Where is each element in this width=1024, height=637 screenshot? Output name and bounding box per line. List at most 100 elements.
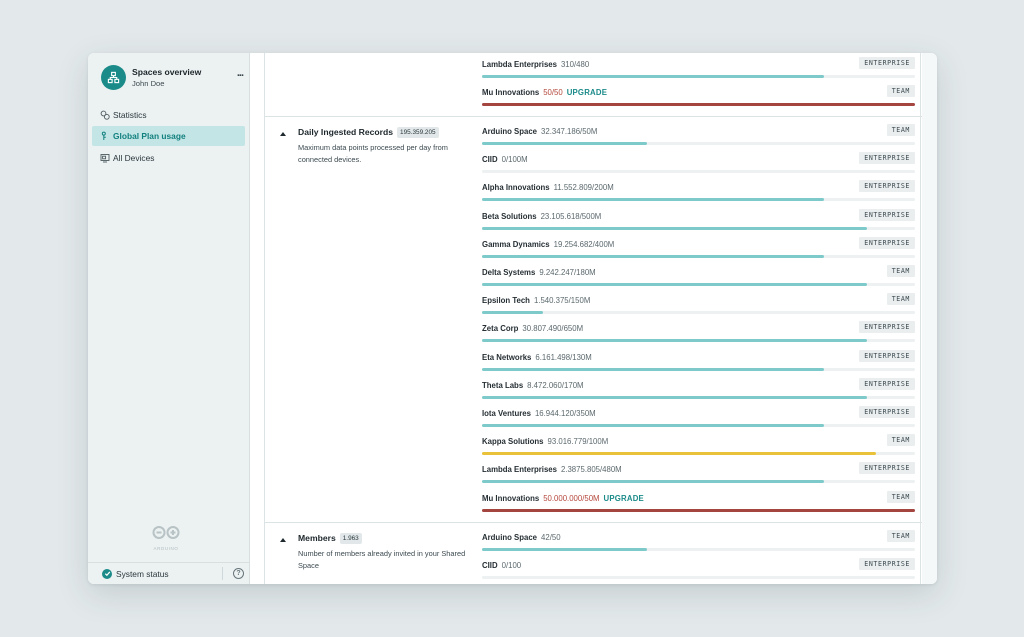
space-name: Alpha Innovations 11.552.809/200M (482, 183, 614, 192)
arduino-logo: ARDUINO (149, 525, 183, 551)
sidebar-item-global-plan-usage[interactable]: Global Plan usage (92, 126, 245, 147)
usage-row: Lambda Enterprises 2.3875.805/480M ENTERPR… (482, 458, 915, 486)
plan-badge: ENTERPRISE (859, 349, 915, 362)
collapse-caret-icon[interactable] (280, 132, 286, 136)
plan-badge: TEAM (886, 434, 915, 447)
usage-value: 0/100M (501, 155, 528, 165)
scrollbar[interactable] (922, 53, 937, 584)
usage-bar-track (482, 170, 915, 174)
usage-value: 23.105.618/500M (540, 211, 602, 221)
usage-bar-fill (482, 254, 825, 258)
plan-badge: TEAM (886, 293, 915, 306)
usage-bar-fill (482, 548, 647, 551)
sidebar: Spaces overview John Doe ... Statistics (88, 53, 250, 584)
plan-badge: TEAM (886, 85, 915, 98)
usage-row: Beta Solutions 23.105.618/500M ENTERPRISE (482, 205, 915, 233)
usage-row: Mu Innovations 50/50 UPGRADE TEAM (482, 81, 915, 109)
space-name-text: Alpha Innovations (482, 183, 550, 193)
space-name-text: Eta Networks (482, 352, 532, 362)
plan-badge: TEAM (886, 490, 915, 503)
usage-bar-fill (482, 226, 868, 230)
plan-badge: ENTERPRISE (859, 180, 915, 193)
usage-row: Lambda Enterprises 310/480 ENTERPRISE (482, 53, 915, 81)
system-status-link[interactable]: System status (116, 569, 169, 579)
space-name: Epsilon Tech 1.540.375/150M (482, 296, 590, 305)
usage-value: 1.540.375/150M (533, 296, 591, 306)
space-name: Gamma Dynamics 19.254.682/400M (482, 240, 614, 249)
usage-value: 42/50 (541, 533, 561, 542)
usage-bar-track (482, 576, 915, 580)
usage-value: 8.472.060/170M (527, 380, 584, 390)
plan-badge: ENTERPRISE (859, 152, 915, 165)
usage-bar-track (482, 508, 915, 512)
usage-row: Delta Systems 9.242.247/180M TEAM (482, 261, 915, 289)
space-name-text: Epsilon Tech (482, 296, 530, 306)
usage-row: Arduino Space 32.347.186/50M TEAM (482, 120, 915, 148)
usage-bar-track (482, 142, 915, 145)
usage-value: 50/50 (543, 88, 563, 98)
usage-value: 11.552.809/200M (553, 183, 614, 193)
space-switcher[interactable]: Spaces overview John Doe ... (101, 65, 246, 91)
usage-bar-fill (482, 283, 868, 286)
usage-value: 310/480 (560, 60, 590, 69)
plan-badge: ENTERPRISE (859, 462, 915, 475)
usage-bar-track (482, 452, 915, 456)
space-name-text: Lambda Enterprises (482, 60, 557, 69)
usage-section-previous: Lambda Enterprises 310/480 ENTERPRISE Mu In… (265, 53, 922, 115)
usage-bar-track (482, 311, 915, 315)
upgrade-link[interactable]: UPGRADE (567, 88, 607, 97)
usage-bar-track (482, 283, 915, 286)
usage-row: CIID 0/100M ENTERPRISE (482, 148, 915, 176)
usage-bar-track (482, 395, 915, 399)
section-description: Maximum data points processed per day fr… (298, 143, 448, 164)
sidebar-footer: System status ? (88, 562, 250, 584)
space-name-text: Lambda Enterprises (482, 465, 557, 475)
usage-bar-track (482, 198, 915, 202)
sidebar-item-statistics[interactable]: Statistics (92, 105, 245, 125)
sidebar-item-all-devices[interactable]: All Devices (92, 148, 245, 168)
upgrade-link[interactable]: UPGRADE (604, 494, 644, 503)
usage-bar-fill (482, 508, 915, 512)
usage-bar-fill (482, 395, 868, 399)
usage-row: Eta Networks 6.161.498/130M ENTERPRISE (482, 346, 915, 374)
space-name-text: Delta Systems (482, 268, 536, 277)
footer-divider (222, 567, 223, 580)
space-name-text: Zeta Corp (482, 324, 519, 334)
spaces-icon (101, 65, 126, 90)
usage-bar-track (482, 103, 915, 107)
plan-badge: ENTERPRISE (859, 406, 915, 418)
usage-value: 2.3875.805/480M (560, 465, 622, 475)
usage-bar-track (482, 254, 915, 258)
plan-badge: ENTERPRISE (859, 208, 915, 221)
section-title-text: Daily Ingested Records (298, 127, 394, 137)
usage-bar-track (482, 367, 915, 371)
usage-value: 6.161.498/130M (535, 352, 592, 362)
space-name-text: Theta Labs (482, 380, 524, 390)
logo-text: ARDUINO (153, 546, 179, 551)
space-name-text: Arduino Space (482, 127, 538, 136)
space-name: Theta Labs 8.472.060/170M (482, 381, 584, 390)
usage-bar-fill (482, 311, 543, 315)
space-name-text: Iota Ventures (482, 409, 531, 418)
usage-bar-track (482, 75, 915, 78)
space-name: Lambda Enterprises 310/480 (482, 60, 589, 69)
usage-bar-fill (482, 480, 825, 484)
usage-value: 32.347.186/50M (541, 127, 598, 136)
help-icon[interactable]: ? (233, 568, 244, 579)
space-name: CIID 0/100M (482, 155, 528, 164)
collapse-caret-icon[interactable] (280, 538, 286, 542)
space-name-text: Gamma Dynamics (482, 239, 550, 249)
space-name-text: Mu Innovations (482, 493, 540, 503)
space-name: Arduino Space 32.347.186/50M (482, 127, 597, 136)
usage-row: Mu Innovations 50.000.000/50M UPGRADE TEAM (482, 487, 915, 515)
usage-bar-fill (482, 339, 868, 343)
space-name: Lambda Enterprises 2.3875.805/480M (482, 465, 622, 474)
section-total-badge: 195.359.205 (397, 127, 439, 138)
plan-badge: TEAM (886, 530, 915, 542)
usage-value: 16.944.120/350M (534, 409, 596, 418)
usage-bar-fill (482, 103, 915, 107)
plan-badge: ENTERPRISE (859, 236, 915, 249)
more-options-icon[interactable]: ... (237, 68, 244, 79)
usage-row: Alpha Innovations 11.552.809/200M ENTERPRI… (482, 176, 915, 204)
statistics-icon (100, 110, 110, 120)
